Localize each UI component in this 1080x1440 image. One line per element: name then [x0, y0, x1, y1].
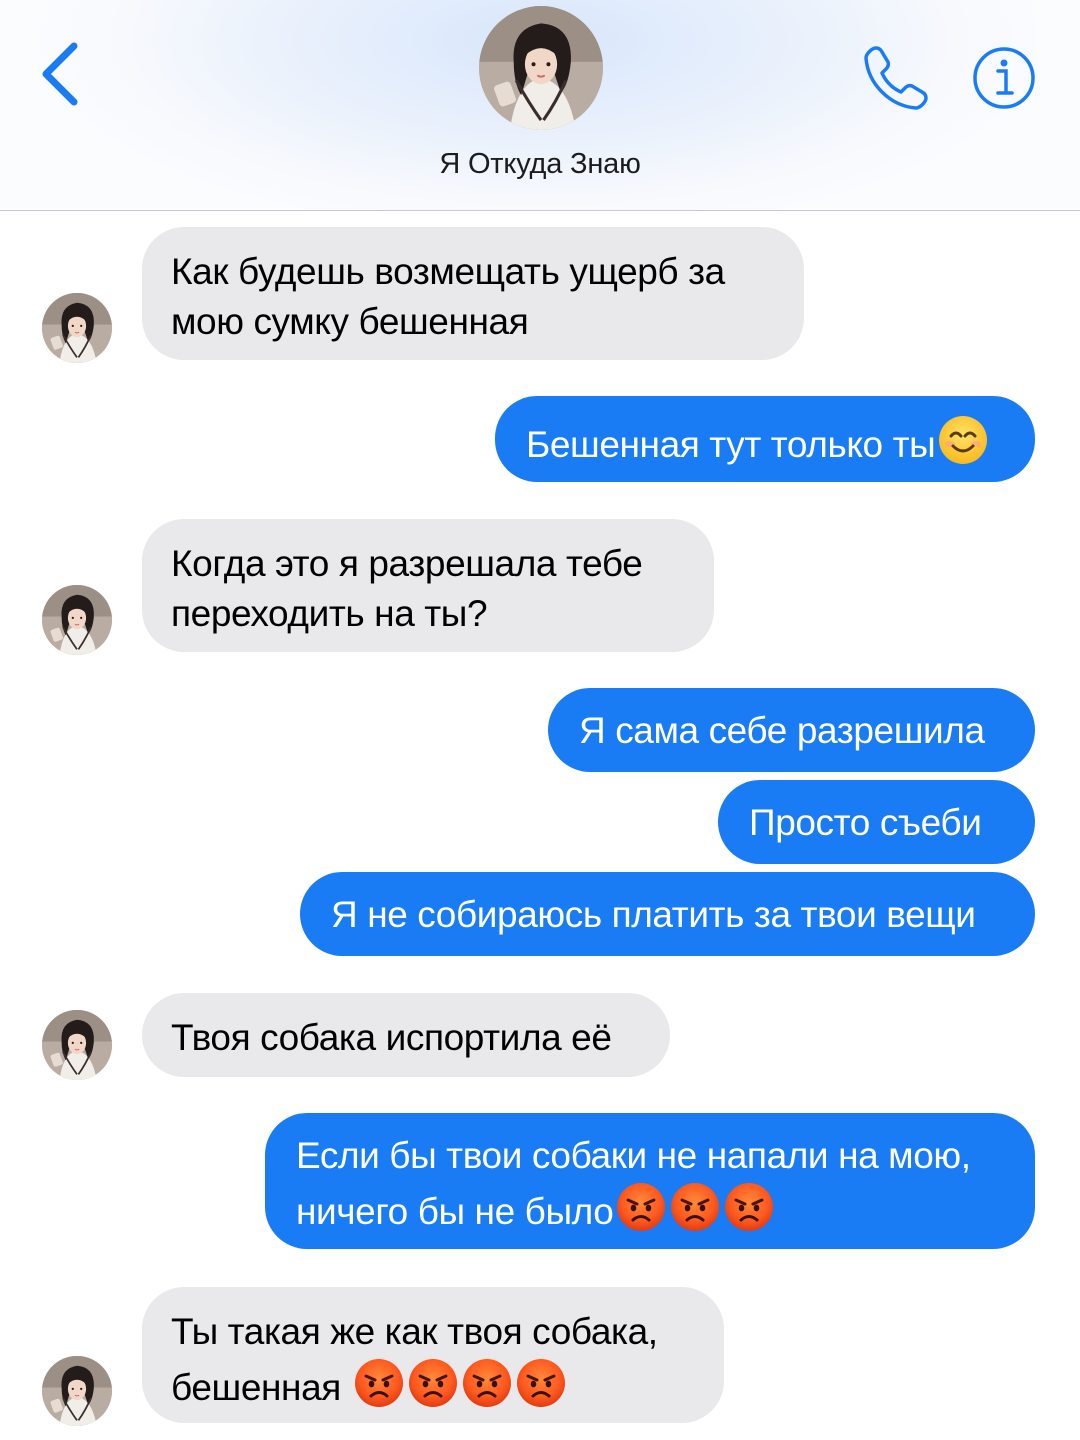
contact-avatar[interactable] [479, 6, 603, 130]
call-button[interactable] [860, 40, 934, 114]
angry-face-icon [615, 1181, 667, 1233]
avatar-image [42, 585, 112, 655]
message-line: переходить на ты? [171, 593, 488, 634]
message-bubble-incoming[interactable]: Когда это я разрешала тебе переходить на… [142, 519, 714, 652]
message-line: Ты такая же как твоя собака, [171, 1311, 658, 1352]
message-line: Я сама себе разрешила [579, 710, 985, 751]
message-line: Бешенная тут только ты [526, 424, 936, 465]
sender-avatar[interactable] [42, 1010, 112, 1080]
phone-icon [864, 46, 928, 110]
sender-avatar[interactable] [42, 585, 112, 655]
message-line: бешенная [171, 1367, 351, 1408]
message-line: мою сумку бешенная [171, 301, 529, 342]
info-button[interactable] [970, 44, 1038, 112]
message-line: Просто съеби [749, 802, 982, 843]
message-bubble-incoming[interactable]: Твоя собака испортила её [142, 993, 670, 1077]
angry-face-icon [407, 1357, 459, 1409]
angry-face-icon [353, 1357, 405, 1409]
angry-face-icon [669, 1181, 721, 1233]
sender-avatar[interactable] [42, 1356, 112, 1426]
message-bubble-outgoing[interactable]: Бешенная тут только ты [495, 396, 1035, 482]
avatar-image [479, 6, 603, 130]
chevron-left-icon [42, 42, 78, 106]
info-icon [973, 47, 1035, 109]
message-bubble-outgoing[interactable]: Если бы твои собаки не напали на мою, ни… [265, 1113, 1035, 1249]
angry-face-icon [515, 1357, 567, 1409]
message-bubble-incoming[interactable]: Ты такая же как твоя собака, бешенная [142, 1287, 724, 1423]
angry-face-icon [723, 1181, 775, 1233]
message-bubble-incoming[interactable]: Как будешь возмещать ущерб за мою сумку … [142, 227, 804, 360]
message-bubble-outgoing[interactable]: Просто съеби [718, 780, 1035, 864]
angry-face-icon [461, 1357, 513, 1409]
avatar-image [42, 1356, 112, 1426]
sender-avatar[interactable] [42, 293, 112, 363]
avatar-image [42, 293, 112, 363]
message-line: Я не собираюсь платить за твои вещи [331, 894, 976, 935]
message-line: ничего бы не было [296, 1191, 614, 1232]
message-bubble-outgoing[interactable]: Я не собираюсь платить за твои вещи [300, 872, 1035, 956]
message-line: Твоя собака испортила её [171, 1017, 612, 1058]
message-line: Если бы твои собаки не напали на мою, [296, 1135, 971, 1176]
back-button[interactable] [30, 36, 90, 112]
smiling-face-icon [937, 414, 989, 466]
message-bubble-outgoing[interactable]: Я сама себе разрешила [548, 688, 1035, 772]
message-line: Когда это я разрешала тебе [171, 543, 643, 584]
contact-name[interactable]: Я Откуда Знаю [0, 148, 1080, 181]
message-line: Как будешь возмещать ущерб за [171, 251, 725, 292]
chat-header: Я Откуда Знаю [0, 0, 1080, 211]
avatar-image [42, 1010, 112, 1080]
